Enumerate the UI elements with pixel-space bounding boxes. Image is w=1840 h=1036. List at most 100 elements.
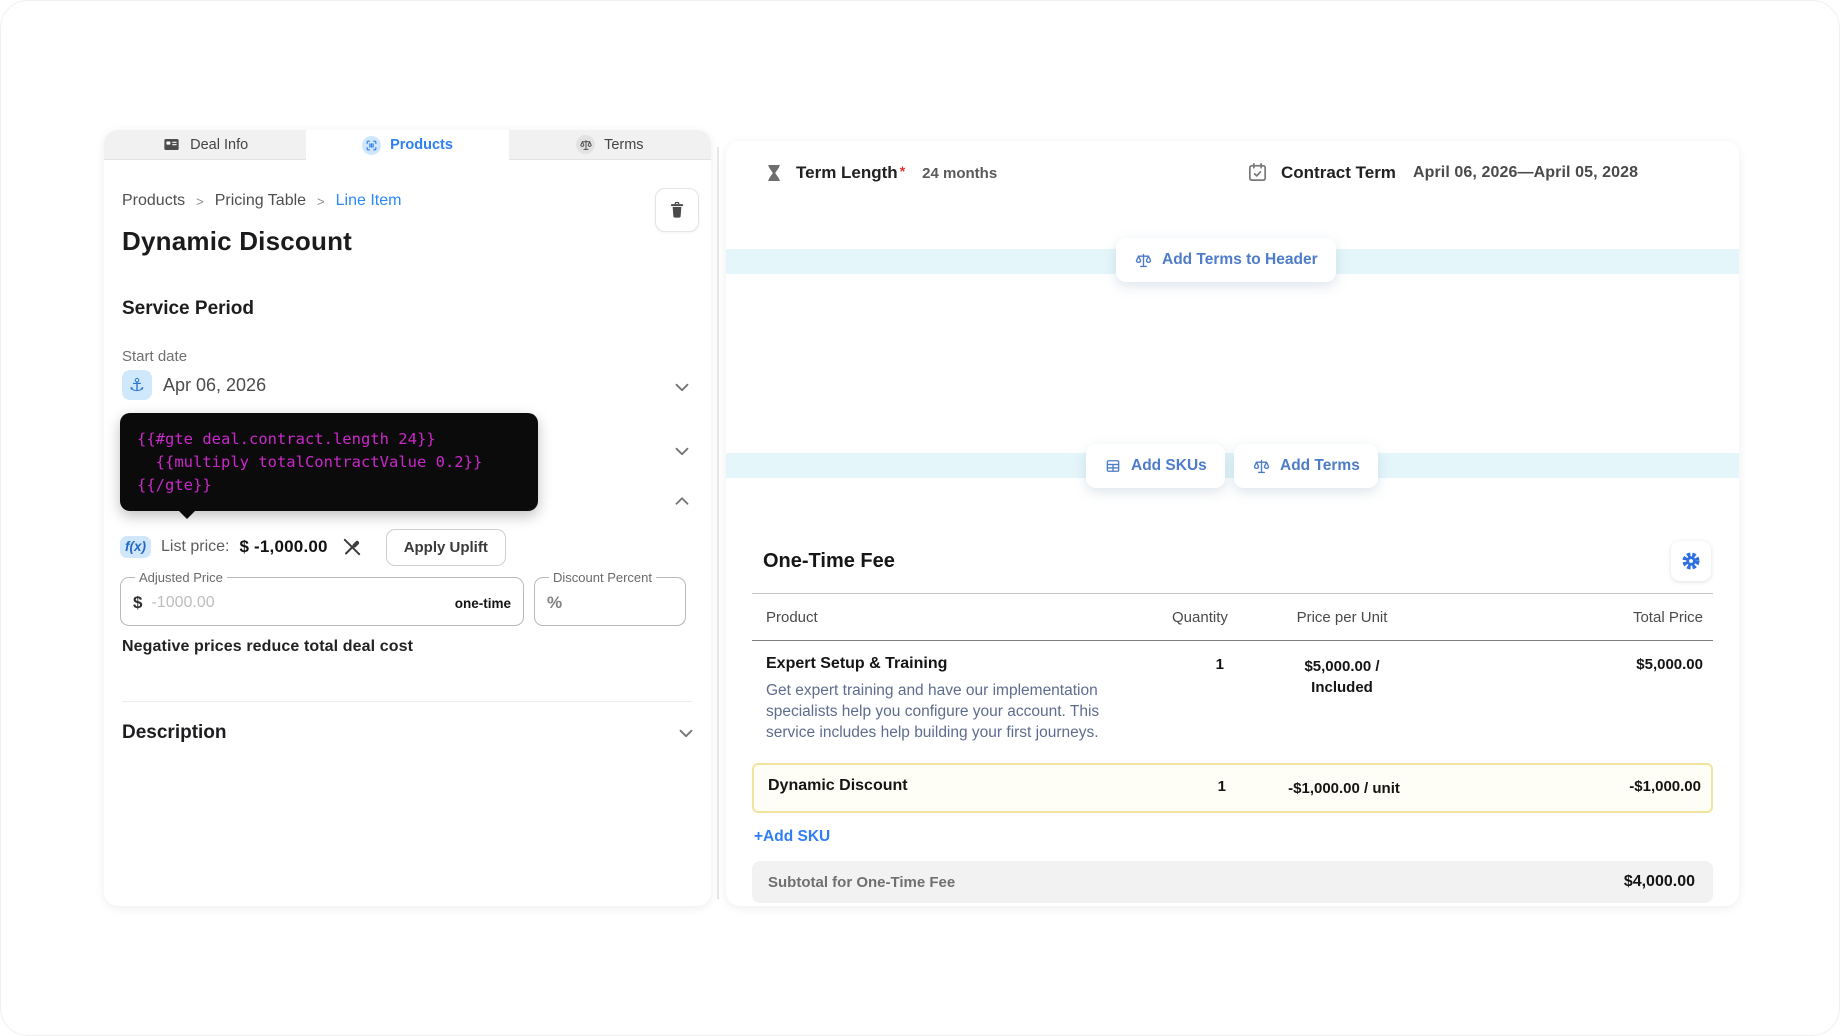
breadcrumb: Products > Pricing Table > Line Item xyxy=(122,192,401,210)
table-row-expert-setup[interactable]: Expert Setup & Training Get expert train… xyxy=(752,641,1713,759)
trash-icon xyxy=(667,200,687,220)
skus-drop-zone xyxy=(726,453,1739,478)
editor-tabbar: Deal Info Products Terms xyxy=(104,130,711,160)
breadcrumb-line-item[interactable]: Line Item xyxy=(336,192,402,210)
service-period-heading: Service Period xyxy=(122,298,255,319)
term-length-label: Term Length * xyxy=(796,163,906,182)
deal-info-icon xyxy=(162,135,181,154)
fee-section-header: One-Time Fee xyxy=(763,541,1711,581)
fee-section-title: One-Time Fee xyxy=(763,549,895,572)
page-title: Dynamic Discount xyxy=(122,226,353,256)
product-name: Expert Setup & Training xyxy=(766,655,948,672)
description-heading: Description xyxy=(122,722,227,743)
formula-line: {{#gte deal.contract.length 24}} xyxy=(137,430,436,448)
product-cell: Expert Setup & Training Get expert train… xyxy=(752,655,1172,743)
start-date-field[interactable]: ⚓ Apr 06, 2026 xyxy=(122,370,266,400)
list-price-chevron-up-icon[interactable] xyxy=(671,490,693,512)
product-name: Dynamic Discount xyxy=(768,777,908,794)
apply-uplift-button[interactable]: Apply Uplift xyxy=(385,528,506,566)
table-row-dynamic-discount-selected[interactable]: Dynamic Discount 1 -$1,000.00 / unit -$1… xyxy=(752,763,1713,813)
contract-term-label: Contract Term xyxy=(1281,162,1396,182)
contract-term-field: Contract Term April 06, 2026—April 05, 2… xyxy=(1246,161,1638,184)
add-skus-label: Add SKUs xyxy=(1131,457,1207,474)
column-header-total-price: Total Price xyxy=(1632,609,1703,626)
add-sku-link[interactable]: +Add SKU xyxy=(752,828,830,846)
column-header-price-per-unit: Price per Unit xyxy=(1296,609,1388,626)
add-terms-to-header-label: Add Terms to Header xyxy=(1162,251,1318,268)
price-per-unit-cell: -$1,000.00 / unit xyxy=(1288,780,1400,797)
products-barcode-icon xyxy=(362,135,382,155)
tab-label: Deal Info xyxy=(190,136,249,153)
tab-terms[interactable]: Terms xyxy=(508,130,711,160)
delete-line-item-button[interactable] xyxy=(655,188,699,232)
total-price-cell: -$1,000.00 xyxy=(1629,778,1701,795)
formula-line: {{multiply totalContractValue 0.2}} xyxy=(137,453,483,471)
subtotal-value: $4,000.00 xyxy=(1623,873,1695,890)
tab-label: Terms xyxy=(604,136,644,153)
scales-icon xyxy=(1134,251,1153,270)
start-date-label: Start date xyxy=(122,348,188,365)
calendar-check-icon xyxy=(1246,161,1269,184)
hourglass-icon xyxy=(764,161,784,185)
discount-percent-legend: Discount Percent xyxy=(553,570,652,585)
fee-settings-button[interactable] xyxy=(1671,541,1711,581)
pricing-preview-panel: Term Length * 24 months Contract Term Apr… xyxy=(726,141,1739,906)
fee-table-header: Product Quantity Price per Unit Total Pr… xyxy=(752,593,1713,641)
tab-label: Products xyxy=(390,137,453,153)
price-per-unit-cell: $5,000.00 / Included xyxy=(1232,655,1452,698)
start-date-value: Apr 06, 2026 xyxy=(163,374,267,395)
breadcrumb-separator: > xyxy=(196,193,204,209)
table-grid-icon xyxy=(1104,457,1122,475)
terms-scales-icon xyxy=(576,135,596,154)
column-header-quantity: Quantity xyxy=(1172,609,1228,626)
term-length-field: Term Length * 24 months xyxy=(764,161,997,185)
breadcrumb-pricing-table[interactable]: Pricing Table xyxy=(215,192,306,210)
price-per-unit-line2: Included xyxy=(1311,679,1373,696)
discount-percent-fieldset[interactable]: Discount Percent % xyxy=(534,570,686,626)
panel-resizer[interactable] xyxy=(717,147,719,899)
wand-disabled-icon[interactable] xyxy=(338,533,366,561)
product-description: Get expert training and have our impleme… xyxy=(766,682,1100,741)
quantity-cell: 1 xyxy=(1215,656,1224,673)
subtotal-bar: Subtotal for One-Time Fee $4,000.00 xyxy=(752,861,1713,903)
line-item-editor-panel: Deal Info Products Terms Products > Pric… xyxy=(104,130,711,906)
tab-products[interactable]: Products xyxy=(306,130,509,160)
column-header-product: Product xyxy=(766,609,818,626)
description-section-toggle[interactable]: Description xyxy=(122,722,697,744)
total-price-cell: $5,000.00 xyxy=(1636,656,1703,673)
add-terms-button[interactable]: Add Terms xyxy=(1234,444,1378,488)
start-date-chevron-down-icon[interactable] xyxy=(671,376,693,398)
description-chevron-down-icon[interactable] xyxy=(675,722,697,744)
adjusted-price-legend: Adjusted Price xyxy=(139,570,223,585)
currency-symbol: $ xyxy=(133,593,143,612)
add-skus-button[interactable]: Add SKUs xyxy=(1086,444,1225,488)
percent-icon: % xyxy=(547,593,563,612)
one-time-fee-table: Product Quantity Price per Unit Total Pr… xyxy=(752,593,1713,903)
term-length-value: 24 months xyxy=(922,164,998,182)
formula-line: {{/gte}} xyxy=(137,476,212,494)
quantity-cell: 1 xyxy=(1217,778,1226,795)
breadcrumb-products[interactable]: Products xyxy=(122,192,185,210)
adjusted-price-fieldset: Adjusted Price $ one-time xyxy=(120,570,524,626)
collapsed-field-chevron-down-icon[interactable] xyxy=(671,440,693,462)
price-per-unit-line1: $5,000.00 / xyxy=(1304,658,1380,675)
adjusted-price-input[interactable] xyxy=(151,594,446,612)
list-price-label: List price: xyxy=(161,538,230,555)
tab-deal-info[interactable]: Deal Info xyxy=(104,130,307,160)
subtotal-label: Subtotal for One-Time Fee xyxy=(768,873,956,891)
billing-period-label: one-time xyxy=(454,595,511,611)
list-price-row: f(x) List price: $ -1,000.00 Apply Uplif… xyxy=(120,528,506,566)
anchor-icon: ⚓ xyxy=(122,370,152,400)
add-terms-to-header-button[interactable]: Add Terms to Header xyxy=(1116,238,1336,282)
scales-icon xyxy=(1252,457,1271,476)
required-marker: * xyxy=(899,163,906,179)
negative-price-helper-text: Negative prices reduce total deal cost xyxy=(122,638,414,655)
gear-icon xyxy=(1680,550,1702,572)
breadcrumb-separator: > xyxy=(317,193,325,209)
app-canvas: Deal Info Products Terms Products > Pric… xyxy=(0,0,1840,1036)
section-divider xyxy=(122,701,693,702)
list-price-value: $ -1,000.00 xyxy=(239,537,328,556)
add-terms-label: Add Terms xyxy=(1280,457,1360,474)
formula-tooltip: {{#gte deal.contract.length 24}} {{multi… xyxy=(120,413,538,519)
formula-fx-icon[interactable]: f(x) xyxy=(120,536,151,558)
